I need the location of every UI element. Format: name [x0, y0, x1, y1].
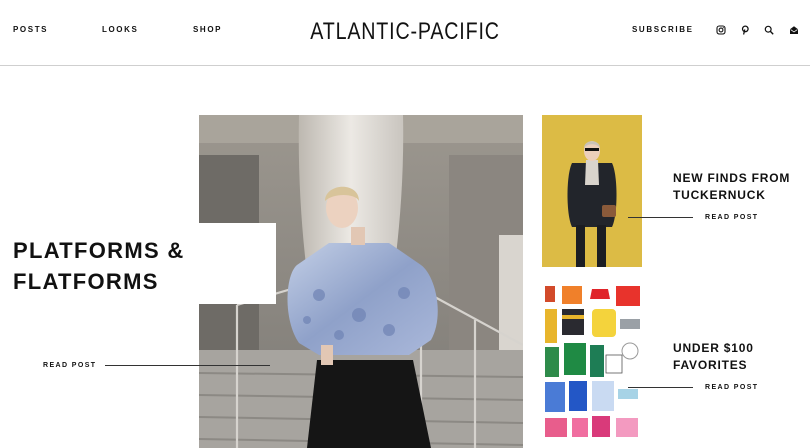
site-header: POSTS LOOKS SHOP ATLANTIC-PACIFIC SUBSCR…: [0, 0, 810, 66]
nav-posts[interactable]: POSTS: [13, 25, 48, 34]
card-2-thumbnail[interactable]: [542, 285, 642, 437]
subscribe-link[interactable]: SUBSCRIBE: [632, 25, 694, 34]
pinterest-icon[interactable]: [740, 25, 750, 35]
hero-title[interactable]: PLATFORMS & FLATFORMS: [13, 235, 213, 297]
hero-read-post-link[interactable]: READ POST: [43, 362, 96, 369]
card-1-thumbnail[interactable]: [542, 115, 642, 267]
hero-divider-line: [105, 365, 270, 366]
card-1-divider-line: [628, 217, 693, 218]
card-2-divider-line: [628, 387, 693, 388]
mail-icon[interactable]: [789, 25, 799, 35]
card-1-title[interactable]: NEW FINDS FROM TUCKERNUCK: [673, 170, 803, 204]
card-2-title[interactable]: UNDER $100 FAVORITES: [673, 340, 803, 374]
card-1-read-post-link[interactable]: READ POST: [705, 214, 758, 221]
instagram-icon[interactable]: [716, 25, 726, 35]
search-icon[interactable]: [764, 25, 774, 35]
card-2-read-post-link[interactable]: READ POST: [705, 384, 758, 391]
